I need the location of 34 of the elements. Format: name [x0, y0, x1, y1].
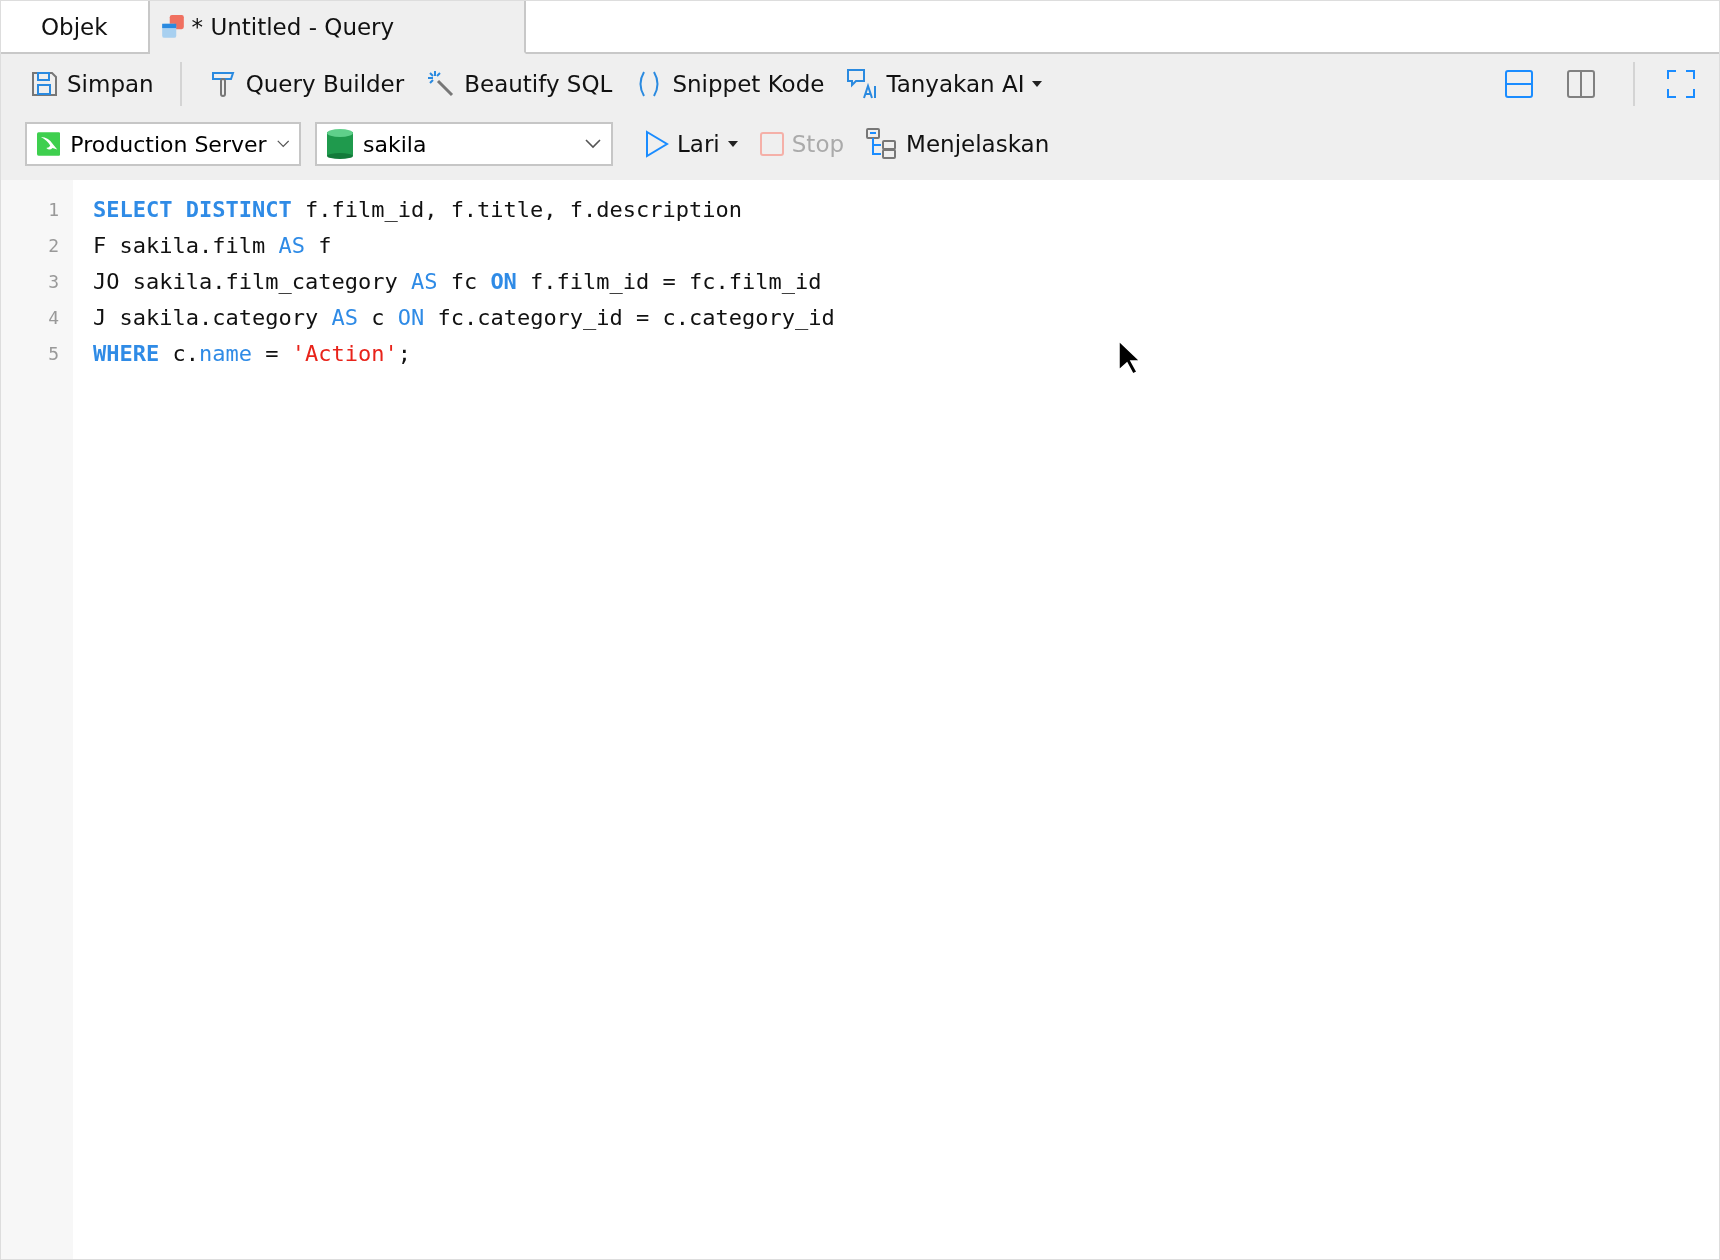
explain-button[interactable]: Menjelaskan [862, 124, 1054, 164]
ai-chat-icon [846, 68, 879, 100]
split-horizontal-icon[interactable] [1505, 70, 1533, 98]
database-dropdown[interactable]: sakila [315, 122, 613, 166]
query-icon [159, 13, 186, 40]
caret-icon [1032, 81, 1043, 87]
line-number: 1 [47, 198, 60, 222]
chevron-down-icon [585, 139, 601, 149]
code-line: F sakila.film AS f [93, 232, 332, 260]
tab[interactable]: Objek [1, 1, 150, 54]
ai-button[interactable]: Tanyakan AI [842, 64, 1047, 104]
tab[interactable]: * Untitled - Query [149, 1, 527, 54]
builder-button[interactable]: Query Builder [203, 65, 409, 103]
chevron-down-icon [276, 139, 289, 149]
tree-diagram-icon [866, 128, 899, 160]
stop-icon [759, 132, 784, 156]
play-icon [645, 130, 669, 158]
code-line: SELECT DISTINCT f.film_id, f.title, f.description [93, 196, 743, 224]
save-button[interactable]: Simpan [25, 65, 158, 103]
connection-dropdown[interactable]: Production Server [25, 122, 301, 166]
code-line: JO sakila.film_category AS fc ON f.film_id = fc.film_id [93, 268, 822, 296]
line-number: 4 [47, 306, 60, 330]
line-number: 3 [47, 270, 60, 294]
caret-icon [727, 141, 738, 147]
database-icon [327, 129, 353, 159]
fullscreen-icon[interactable] [1667, 70, 1695, 98]
code-line: J sakila.category AS c ON fc.category_id = c.category_id [93, 304, 835, 332]
code-line: WHERE c.name = 'Action'; [93, 340, 411, 368]
line-number: 2 [47, 234, 60, 258]
split-vertical-icon[interactable] [1567, 70, 1595, 98]
line-number: 5 [47, 342, 60, 366]
snippet-button[interactable]: Snippet Kode [630, 65, 829, 103]
run-button[interactable]: Lari [641, 126, 742, 162]
beautify-button[interactable]: Beautify SQL [422, 65, 617, 103]
